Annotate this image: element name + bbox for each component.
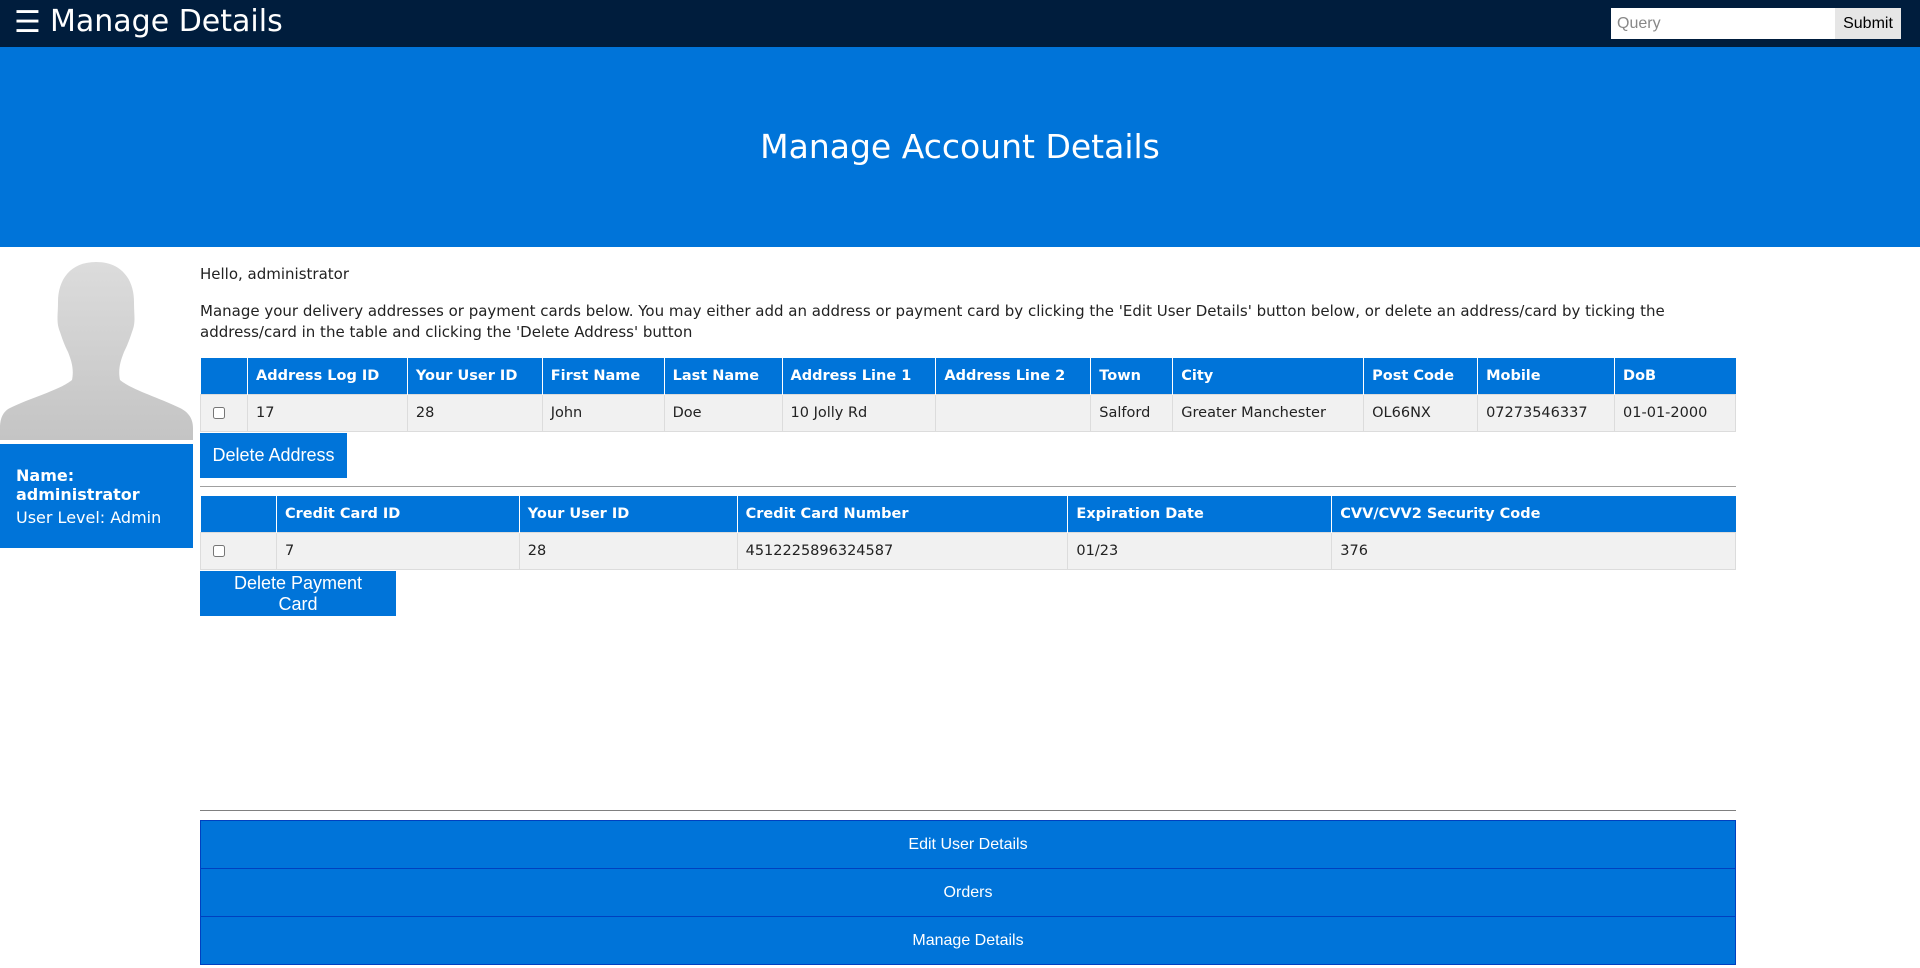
column-header-post-code: Post Code	[1363, 358, 1479, 394]
orders-button[interactable]: Orders	[200, 868, 1736, 917]
column-header-user-id: Your User ID	[519, 496, 738, 532]
row-select-cell	[200, 531, 277, 570]
column-header-dob: DoB	[1614, 358, 1736, 394]
column-header-first-name: First Name	[542, 358, 665, 394]
table-row: 17 28 John Doe 10 Jolly Rd Salford Great…	[200, 393, 1736, 432]
column-header-select	[200, 496, 277, 532]
row-checkbox[interactable]	[213, 544, 225, 557]
footer-divider	[200, 810, 1736, 811]
cell-user-id: 28	[518, 531, 738, 570]
top-navbar: ☰ Manage Details Submit	[0, 0, 1920, 47]
intro-text: Manage your delivery addresses or paymen…	[200, 302, 1665, 341]
cell-post-code: OL66NX	[1363, 393, 1479, 432]
column-header-city: City	[1172, 358, 1365, 394]
column-header-address-line-2: Address Line 2	[935, 358, 1092, 394]
cell-address-line-2	[935, 393, 1092, 432]
hamburger-menu-icon[interactable]: ☰	[14, 6, 41, 40]
column-header-card-id: Credit Card ID	[276, 496, 520, 532]
cell-last-name: Doe	[663, 393, 783, 432]
profile-name: Name: administrator	[16, 466, 140, 504]
cell-user-id: 28	[406, 393, 543, 432]
profile-user-level: User Level: Admin	[16, 508, 162, 527]
cell-town: Salford	[1090, 393, 1174, 432]
card-table-header: Credit Card ID Your User ID Credit Card …	[200, 496, 1736, 532]
hero-title: Manage Account Details	[760, 127, 1160, 166]
column-header-card-number: Credit Card Number	[737, 496, 1069, 532]
delete-address-button[interactable]: Delete Address	[200, 433, 347, 478]
avatar-placeholder-icon	[0, 262, 193, 440]
column-header-select	[200, 358, 248, 394]
cell-cvv: 376	[1331, 531, 1736, 570]
greeting-text: Hello, administrator	[200, 265, 350, 283]
column-header-expiration-date: Expiration Date	[1067, 496, 1333, 532]
column-header-address-line-1: Address Line 1	[782, 358, 937, 394]
cell-card-id: 7	[275, 531, 520, 570]
payment-card-table: Credit Card ID Your User ID Credit Card …	[200, 496, 1736, 570]
cell-dob: 01-01-2000	[1614, 393, 1736, 432]
delete-payment-card-button[interactable]: Delete Payment Card	[200, 571, 396, 616]
page-title: Manage Details	[50, 4, 283, 39]
table-row: 7 28 4512225896324587 01/23 376	[200, 531, 1736, 570]
edit-user-details-button[interactable]: Edit User Details	[200, 820, 1736, 869]
account-nav-list: Edit User Details Orders Manage Details	[200, 820, 1736, 965]
column-header-user-id: Your User ID	[407, 358, 543, 394]
column-header-last-name: Last Name	[664, 358, 783, 394]
address-table: Address Log ID Your User ID First Name L…	[200, 358, 1736, 432]
column-header-cvv: CVV/CVV2 Security Code	[1331, 496, 1736, 532]
submit-button[interactable]: Submit	[1835, 8, 1901, 39]
cell-card-number: 4512225896324587	[736, 531, 1069, 570]
cell-expiration-date: 01/23	[1067, 531, 1333, 570]
column-header-address-log-id: Address Log ID	[247, 358, 408, 394]
cell-address-line-1: 10 Jolly Rd	[781, 393, 937, 432]
profile-sidebar: Name: administrator User Level: Admin	[0, 258, 193, 548]
hero-banner: Manage Account Details	[0, 47, 1920, 247]
row-checkbox[interactable]	[213, 406, 225, 419]
search-input[interactable]	[1611, 8, 1835, 39]
column-header-town: Town	[1090, 358, 1174, 394]
search-form: Submit	[1611, 8, 1901, 39]
manage-details-button[interactable]: Manage Details	[200, 916, 1736, 965]
row-select-cell	[200, 393, 248, 432]
column-header-mobile: Mobile	[1477, 358, 1616, 394]
cell-address-log-id: 17	[246, 393, 408, 432]
address-table-header: Address Log ID Your User ID First Name L…	[200, 358, 1736, 394]
cell-first-name: John	[541, 393, 665, 432]
section-divider	[200, 486, 1736, 487]
cell-mobile: 07273546337	[1477, 393, 1616, 432]
cell-city: Greater Manchester	[1172, 393, 1365, 432]
